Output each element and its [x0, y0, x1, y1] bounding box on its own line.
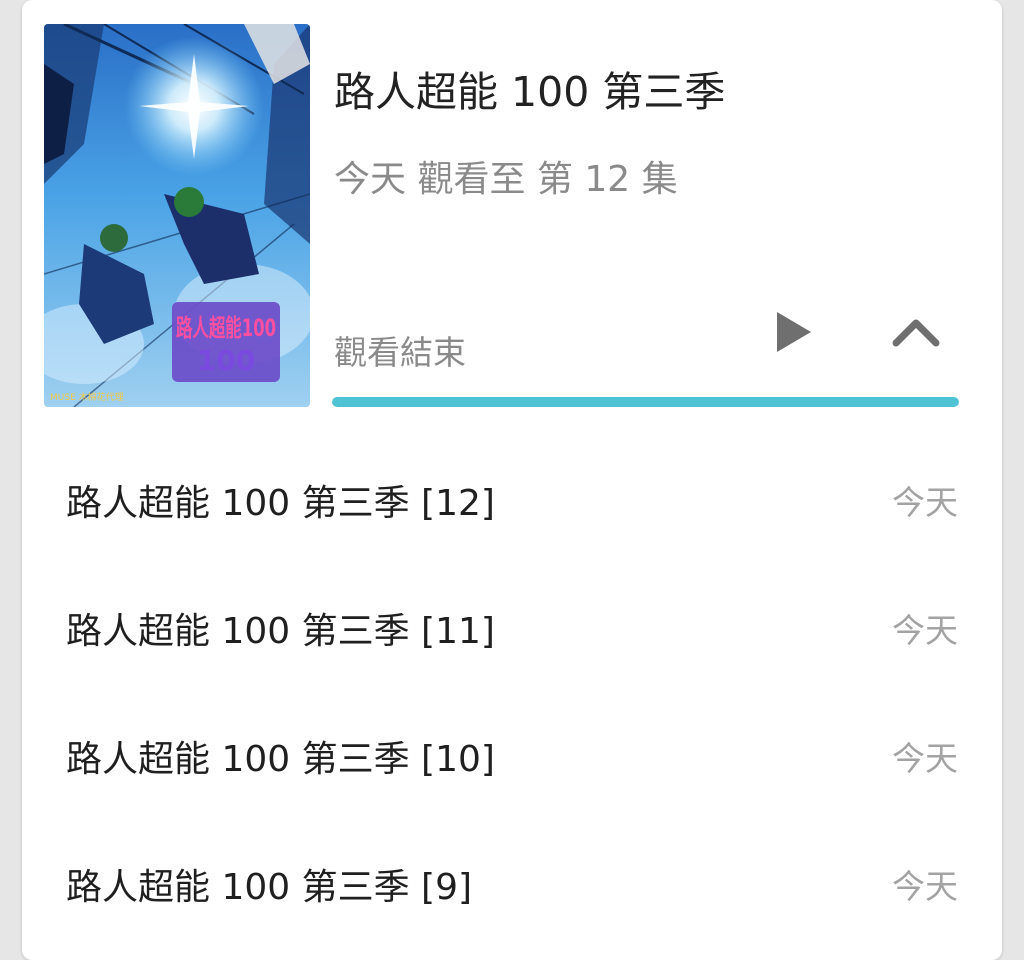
series-title: 路人超能 100 第三季 — [334, 68, 726, 116]
episode-title: 路人超能 100 第三季 [11] — [66, 611, 495, 652]
episode-date: 今天 — [892, 867, 958, 906]
poster-artwork: 路人超能100 100 MUSE 木棉花代理 — [44, 24, 310, 407]
svg-text:100: 100 — [197, 344, 255, 377]
collapse-button[interactable] — [882, 300, 950, 364]
play-button[interactable] — [764, 300, 824, 364]
poster-publisher: MUSE 木棉花代理 — [50, 391, 124, 403]
watch-progress-text: 今天 觀看至 第 12 集 — [334, 159, 678, 200]
episode-title: 路人超能 100 第三季 [10] — [66, 739, 495, 780]
episode-row[interactable]: 路人超能 100 第三季 [11] 今天 — [22, 560, 1002, 688]
poster-logo: 路人超能100 100 — [172, 302, 280, 382]
chevron-up-icon — [892, 319, 940, 347]
episode-title: 路人超能 100 第三季 [12] — [66, 483, 495, 524]
watch-progress-bar — [332, 397, 959, 407]
episode-row[interactable]: 路人超能 100 第三季 [9] 今天 — [22, 816, 1002, 944]
svg-text:路人超能100: 路人超能100 — [176, 314, 276, 342]
episode-row[interactable]: 路人超能 100 第三季 [12] 今天 — [22, 432, 1002, 560]
episode-list: 路人超能 100 第三季 [12] 今天 路人超能 100 第三季 [11] 今天 路人… — [22, 432, 1002, 944]
episode-date: 今天 — [892, 739, 958, 778]
episode-row[interactable]: 路人超能 100 第三季 [10] 今天 — [22, 688, 1002, 816]
episode-title: 路人超能 100 第三季 [9] — [66, 867, 473, 908]
episode-date: 今天 — [892, 611, 958, 650]
anime-card: 路人超能100 100 MUSE 木棉花代理 路人超能 100 第三季 今天 觀… — [22, 0, 1002, 960]
watch-status: 觀看結束 — [334, 333, 466, 372]
episode-date: 今天 — [892, 483, 958, 522]
play-icon — [777, 312, 811, 352]
poster-image[interactable]: 路人超能100 100 MUSE 木棉花代理 — [44, 24, 310, 407]
progress-bar-fill — [332, 397, 959, 407]
